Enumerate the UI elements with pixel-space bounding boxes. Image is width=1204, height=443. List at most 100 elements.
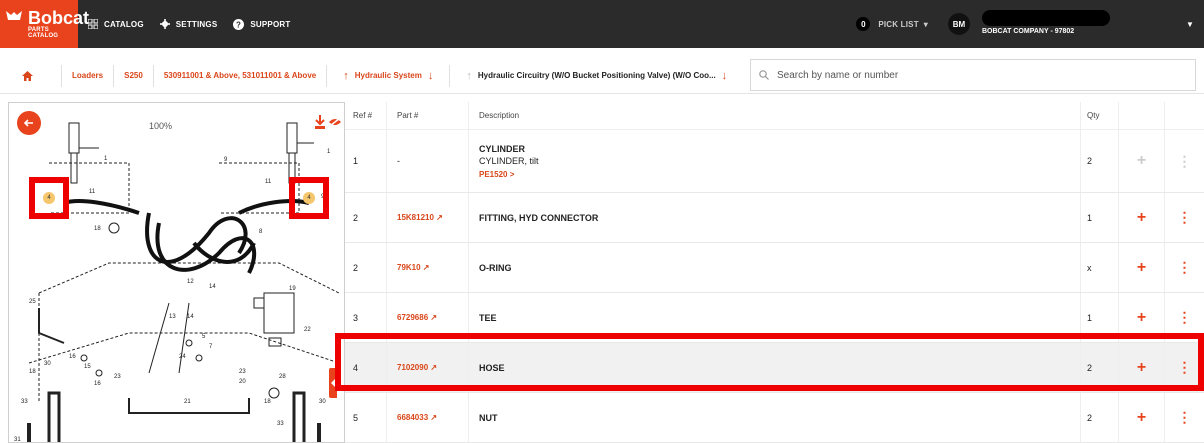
add-to-picklist-button[interactable]: + bbox=[1119, 243, 1165, 292]
qty-cell: 2 bbox=[1081, 343, 1119, 392]
header-more bbox=[1165, 102, 1204, 130]
exploded-diagram-drawing: 11 1111 99 18 8 2522 1914 1214 135 723 20… bbox=[14, 122, 340, 442]
svg-text:11: 11 bbox=[265, 179, 272, 185]
part-link[interactable]: 6729686 ↗ bbox=[387, 293, 469, 342]
breadcrumb-divider bbox=[449, 64, 451, 87]
download-icon[interactable] bbox=[315, 115, 325, 129]
arrow-left-icon bbox=[24, 119, 33, 127]
add-to-picklist-button[interactable]: + bbox=[1119, 193, 1165, 242]
breadcrumb-hydraulic-system-label: Hydraulic System bbox=[354, 71, 422, 80]
kebab-menu-icon: ⋮ bbox=[1177, 409, 1192, 425]
plus-icon: + bbox=[1136, 152, 1147, 169]
table-row[interactable]: 2 15K81210 ↗ FITTING, HYD CONNECTOR 1 + … bbox=[345, 193, 1204, 243]
header-qty: Qty bbox=[1081, 101, 1119, 130]
hotspot-4[interactable]: 4 bbox=[303, 192, 315, 204]
qty-cell: 1 bbox=[1081, 193, 1119, 242]
avatar[interactable]: BM bbox=[948, 13, 970, 35]
collapse-panel-tab[interactable] bbox=[329, 368, 337, 398]
nav-support[interactable]: ? SUPPORT bbox=[233, 0, 290, 48]
account-menu[interactable]: BOBCAT COMPANY - 97802 bbox=[976, 0, 1176, 48]
brand-subtitle: PARTS CATALOG bbox=[28, 27, 59, 39]
plus-icon: + bbox=[1136, 308, 1147, 326]
part-link[interactable]: 15K81210 ↗ bbox=[387, 193, 469, 242]
arrow-down-icon[interactable]: ↓ bbox=[722, 70, 728, 82]
nav-support-label: SUPPORT bbox=[250, 19, 291, 29]
table-header: Ref # Part # Description Qty bbox=[345, 101, 1204, 130]
header-add bbox=[1119, 101, 1165, 130]
eye-off-icon[interactable] bbox=[329, 117, 341, 127]
description-cell: O-RING bbox=[469, 243, 1081, 292]
more-options-button[interactable]: ⋮ bbox=[1165, 193, 1204, 242]
svg-text:18: 18 bbox=[94, 226, 101, 232]
table-row[interactable]: 2 79K10 ↗ O-RING x + ⋮ bbox=[345, 243, 1204, 293]
svg-text:18: 18 bbox=[264, 399, 271, 405]
add-to-picklist-button[interactable]: + bbox=[1119, 293, 1165, 342]
nav-catalog-label: CATALOG bbox=[104, 19, 144, 29]
more-options-button[interactable]: ⋮ bbox=[1165, 243, 1204, 292]
add-to-picklist-button[interactable]: + bbox=[1119, 343, 1165, 392]
gear-icon bbox=[159, 19, 170, 29]
svg-text:25: 25 bbox=[29, 299, 36, 305]
table-row[interactable]: 5 6684033 ↗ NUT 2 + ⋮ bbox=[345, 393, 1204, 443]
subassembly-link[interactable]: PE1520 > bbox=[479, 170, 514, 179]
svg-text:1: 1 bbox=[104, 156, 108, 162]
external-link-icon: ↗ bbox=[433, 213, 443, 222]
table-row[interactable]: 1 - CYLINDER CYLINDER, tilt PE1520 > 2 +… bbox=[345, 130, 1204, 193]
search-box bbox=[750, 59, 1196, 91]
plus-icon: + bbox=[1136, 408, 1147, 426]
svg-text:33: 33 bbox=[277, 421, 284, 427]
qty-cell: 2 bbox=[1081, 130, 1119, 192]
breadcrumb-serial-range[interactable]: 530911001 & Above, 531011001 & Above bbox=[164, 71, 316, 80]
add-to-picklist-button[interactable]: + bbox=[1119, 393, 1165, 442]
nav-catalog[interactable]: CATALOG bbox=[88, 0, 144, 48]
more-options-button[interactable]: ⋮ bbox=[1165, 293, 1204, 342]
arrow-up-icon: ↑ bbox=[466, 69, 472, 82]
external-link-icon: ↗ bbox=[428, 363, 438, 372]
description-cell: FITTING, HYD CONNECTOR bbox=[469, 193, 1081, 242]
svg-text:16: 16 bbox=[94, 381, 101, 387]
help-icon: ? bbox=[233, 18, 245, 30]
breadcrumb-hydraulic-system[interactable]: ↑ Hydraulic System ↓ bbox=[337, 70, 439, 82]
parts-table: Ref # Part # Description Qty 1 - CYLINDE… bbox=[345, 101, 1204, 443]
add-to-picklist-button[interactable]: + bbox=[1119, 130, 1165, 192]
hotspot-4[interactable]: 4 bbox=[43, 192, 55, 204]
breadcrumb-loaders[interactable]: Loaders bbox=[72, 71, 103, 80]
header-part: Part # bbox=[387, 101, 469, 130]
table-row-selected[interactable]: 4 7102090 ↗ HOSE 2 + ⋮ bbox=[345, 343, 1204, 393]
description-title: CYLINDER bbox=[479, 143, 526, 154]
plus-icon: + bbox=[1136, 358, 1147, 376]
ref-cell: 3 bbox=[345, 293, 387, 342]
arrow-up-icon: ↑ bbox=[343, 69, 349, 82]
more-options-button[interactable]: ⋮ bbox=[1165, 393, 1204, 442]
picklist-count-badge: 0 bbox=[856, 17, 871, 31]
part-link[interactable]: 7102090 ↗ bbox=[387, 343, 469, 392]
nav-settings[interactable]: SETTINGS bbox=[159, 0, 218, 48]
part-link[interactable]: 6684033 ↗ bbox=[387, 393, 469, 442]
breadcrumb-model[interactable]: S250 bbox=[124, 71, 143, 80]
account-chevron-down-icon[interactable]: ▼ bbox=[1176, 20, 1204, 29]
plus-icon: + bbox=[1136, 258, 1147, 276]
svg-text:7: 7 bbox=[209, 344, 213, 350]
ref-cell: 2 bbox=[345, 193, 387, 242]
kebab-menu-icon: ⋮ bbox=[1177, 359, 1192, 375]
svg-text:22: 22 bbox=[304, 327, 311, 333]
bobcat-logo[interactable]: Bobcat PARTS CATALOG bbox=[0, 0, 89, 48]
svg-text:5: 5 bbox=[202, 334, 206, 340]
svg-text:?: ? bbox=[236, 20, 241, 29]
part-link[interactable]: 79K10 ↗ bbox=[387, 243, 469, 292]
breadcrumb-divider bbox=[326, 64, 328, 87]
table-row[interactable]: 3 6729686 ↗ TEE 1 + ⋮ bbox=[345, 293, 1204, 343]
more-options-button[interactable]: ⋮ bbox=[1165, 130, 1204, 192]
breadcrumb-current-page[interactable]: ↑ Hydraulic Circuitry (W/O Bucket Positi… bbox=[460, 70, 733, 82]
arrow-down-icon[interactable]: ↓ bbox=[428, 70, 434, 82]
part-cell: - bbox=[387, 130, 469, 192]
home-icon[interactable] bbox=[22, 70, 33, 81]
description-cell: CYLINDER CYLINDER, tilt PE1520 > bbox=[469, 130, 1081, 192]
back-button[interactable] bbox=[17, 111, 41, 135]
parts-diagram[interactable]: 11 11 11 99 18 8 25 22 19 14 12 14 13 5 7 23 20… bbox=[8, 102, 345, 443]
picklist-menu[interactable]: PICK LIST ▾ bbox=[878, 20, 928, 29]
more-options-button[interactable]: ⋮ bbox=[1165, 343, 1204, 392]
search-input[interactable] bbox=[777, 69, 1177, 81]
part-number: 6684033 bbox=[397, 413, 429, 422]
ref-cell: 2 bbox=[345, 243, 387, 292]
